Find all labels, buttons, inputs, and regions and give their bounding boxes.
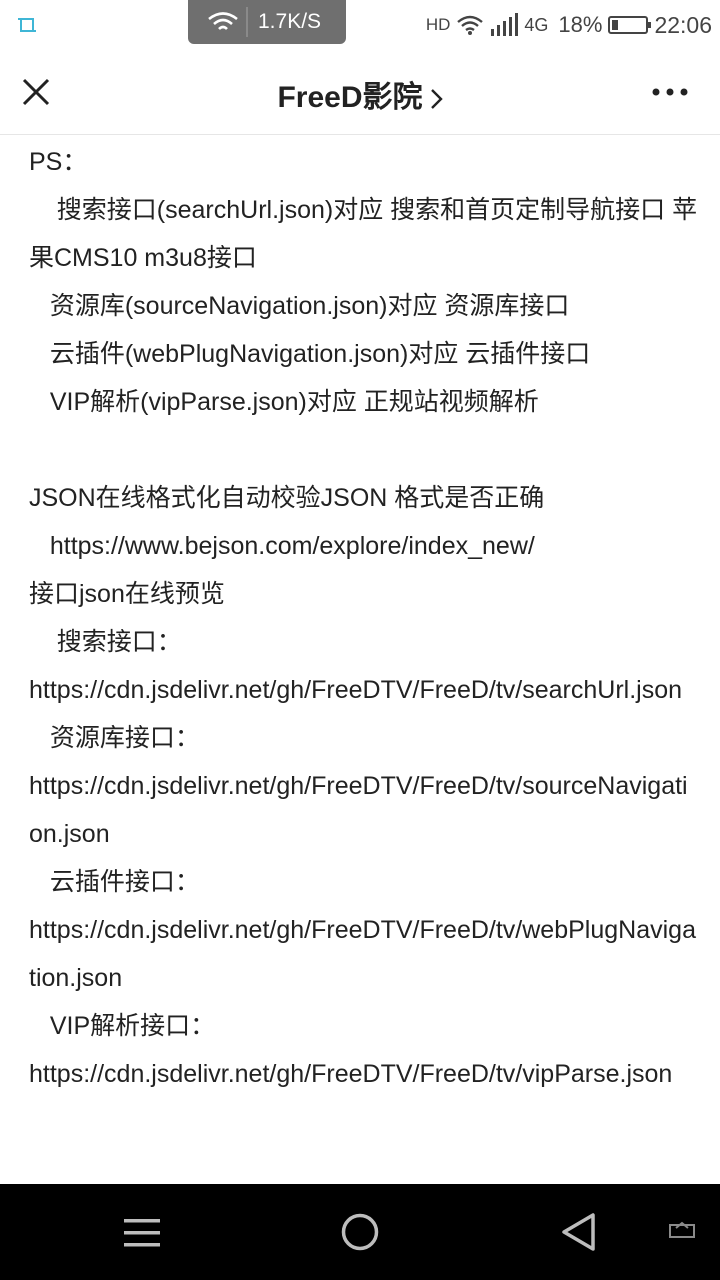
battery-percent: 18% — [558, 12, 603, 37]
link-bejson[interactable]: https://www.bejson.com/explore/index_new… — [29, 522, 699, 570]
content-line: 搜索接口： — [29, 628, 182, 656]
status-indicators: HD 4G 18% 22:06 — [426, 10, 712, 40]
article-content: PS： 搜索接口(searchUrl.json)对应 搜索和首页定制导航接口 苹… — [29, 138, 699, 1098]
more-options-icon[interactable] — [650, 86, 690, 98]
link-vip-parse[interactable]: https://cdn.jsdelivr.net/gh/FreeDTV/Free… — [29, 1050, 699, 1098]
signal-icon — [491, 13, 519, 36]
content-line: 云插件接口： — [29, 868, 200, 896]
content-line: PS： — [29, 148, 88, 176]
divider — [246, 7, 248, 37]
wifi-icon — [457, 15, 484, 35]
content-line: VIP解析(vipParse.json)对应 正规站视频解析 — [29, 388, 539, 416]
link-web-plug-navigation[interactable]: https://cdn.jsdelivr.net/gh/FreeDTV/Free… — [29, 906, 699, 1002]
network-type: 4G — [524, 14, 549, 35]
system-nav-bar — [0, 1184, 720, 1280]
link-source-navigation[interactable]: https://cdn.jsdelivr.net/gh/FreeDTV/Free… — [29, 762, 699, 858]
back-icon[interactable] — [560, 1212, 596, 1252]
content-line: 接口json在线预览 — [29, 580, 225, 608]
net-speed: 1.7K/S — [258, 10, 322, 33]
chevron-right-icon — [430, 89, 443, 109]
content-line: 云插件(webPlugNavigation.json)对应 云插件接口 — [29, 340, 591, 368]
screenshot-icon[interactable] — [668, 1220, 698, 1240]
link-search-url[interactable]: https://cdn.jsdelivr.net/gh/FreeDTV/Free… — [29, 666, 699, 714]
content-line: VIP解析接口： — [29, 1012, 216, 1040]
wifi-icon — [208, 12, 238, 30]
content-line: 资源库(sourceNavigation.json)对应 资源库接口 — [29, 292, 570, 320]
content-line: 搜索接口(searchUrl.json)对应 搜索和首页定制导航接口 苹果CMS… — [29, 196, 698, 272]
menu-icon[interactable] — [124, 1218, 160, 1248]
content-line: JSON在线格式化自动校验JSON 格式是否正确 — [29, 484, 545, 512]
page-title[interactable]: FreeD影院 — [0, 72, 720, 116]
clock: 22:06 — [654, 11, 712, 38]
page-title-text: FreeD影院 — [277, 81, 423, 114]
crop-icon — [18, 18, 36, 32]
hd-label: HD — [425, 15, 451, 34]
content-line: 资源库接口： — [29, 724, 200, 752]
battery-fill — [612, 20, 619, 30]
network-speed-pill: 1.7K/S — [188, 0, 346, 44]
app-header: FreeD影院 — [0, 50, 720, 135]
battery-icon — [608, 16, 652, 34]
status-bar: 1.7K/S HD 4G 18% 22:06 — [0, 0, 720, 50]
home-icon[interactable] — [340, 1212, 380, 1252]
